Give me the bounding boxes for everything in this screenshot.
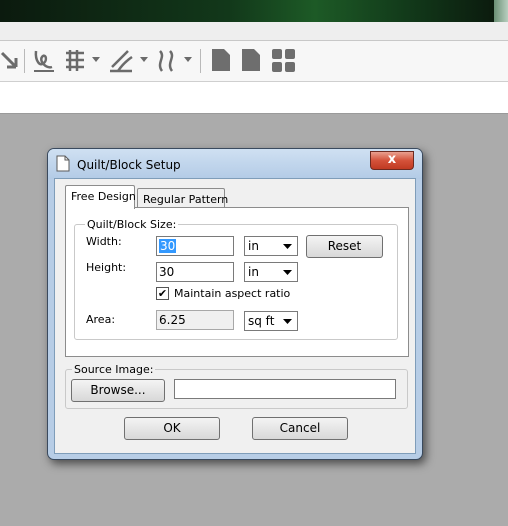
quilt-block-size-group: Quilt/Block Size: Width: 30 in Reset Hei… xyxy=(74,218,398,340)
close-icon: x xyxy=(387,152,397,167)
free-design-panel: Quilt/Block Size: Width: 30 in Reset Hei… xyxy=(65,207,409,357)
page-icon[interactable] xyxy=(240,47,262,75)
chevron-down-icon[interactable] xyxy=(140,55,148,63)
height-unit-value: in xyxy=(248,265,259,279)
chevron-down-icon[interactable] xyxy=(184,55,192,63)
area-field: 6.25 xyxy=(156,310,234,330)
tab-label: Free Design xyxy=(71,190,136,203)
toolbar-separator xyxy=(200,49,201,73)
chevron-down-icon xyxy=(283,319,292,324)
ok-button[interactable]: OK xyxy=(124,417,220,440)
stitch-icon[interactable] xyxy=(154,47,180,75)
source-image-path-field[interactable] xyxy=(174,379,396,399)
reset-button[interactable]: Reset xyxy=(306,235,383,258)
tab-free-design[interactable]: Free Design xyxy=(65,185,136,209)
width-unit-value: in xyxy=(248,239,259,253)
thumbnails-icon[interactable] xyxy=(270,47,298,75)
width-unit-select[interactable]: in xyxy=(244,236,298,256)
main-toolbar xyxy=(0,40,508,82)
grid-icon[interactable] xyxy=(62,47,88,75)
area-label: Area: xyxy=(86,313,116,326)
close-button[interactable]: x xyxy=(370,151,414,170)
menu-bar-area xyxy=(0,22,508,40)
brush-icon[interactable] xyxy=(108,47,136,75)
page-icon[interactable] xyxy=(210,47,232,75)
quilt-block-setup-dialog: Quilt/Block Setup x Free Design Regular … xyxy=(47,148,423,460)
cancel-button[interactable]: Cancel xyxy=(252,417,348,440)
browse-button[interactable]: Browse... xyxy=(71,379,165,402)
lasso-icon[interactable] xyxy=(32,47,56,75)
secondary-bar xyxy=(0,82,508,114)
tab-label: Regular Pattern xyxy=(143,193,229,206)
app-title-bar-edge xyxy=(494,0,508,22)
dialog-title: Quilt/Block Setup xyxy=(77,158,181,172)
dialog-title-bar[interactable]: Quilt/Block Setup x xyxy=(48,149,422,179)
chevron-down-icon xyxy=(283,244,292,249)
area-unit-select[interactable]: sq ft xyxy=(244,311,298,331)
dialog-client-area: Free Design Regular Pattern Quilt/Block … xyxy=(54,178,416,454)
tab-regular-pattern[interactable]: Regular Pattern xyxy=(137,188,229,208)
maintain-aspect-label: Maintain aspect ratio xyxy=(174,287,291,300)
document-icon xyxy=(56,155,70,172)
toolbar-separator xyxy=(24,49,25,73)
height-unit-select[interactable]: in xyxy=(244,262,298,282)
arrow-icon[interactable] xyxy=(0,47,20,75)
chevron-down-icon[interactable] xyxy=(92,55,100,63)
area-unit-value: sq ft xyxy=(248,314,275,328)
group-legend: Quilt/Block Size: xyxy=(85,218,179,231)
width-field[interactable]: 30 xyxy=(156,236,234,256)
height-field[interactable]: 30 xyxy=(156,262,234,282)
width-label: Width: xyxy=(86,235,122,248)
width-value: 30 xyxy=(159,239,177,253)
chevron-down-icon xyxy=(283,270,292,275)
app-title-bar xyxy=(0,0,508,22)
group-legend: Source Image: xyxy=(72,363,156,376)
maintain-aspect-checkbox[interactable]: ✔ xyxy=(156,287,169,300)
height-label: Height: xyxy=(86,261,127,274)
source-image-group: Source Image: Browse... xyxy=(65,363,408,409)
